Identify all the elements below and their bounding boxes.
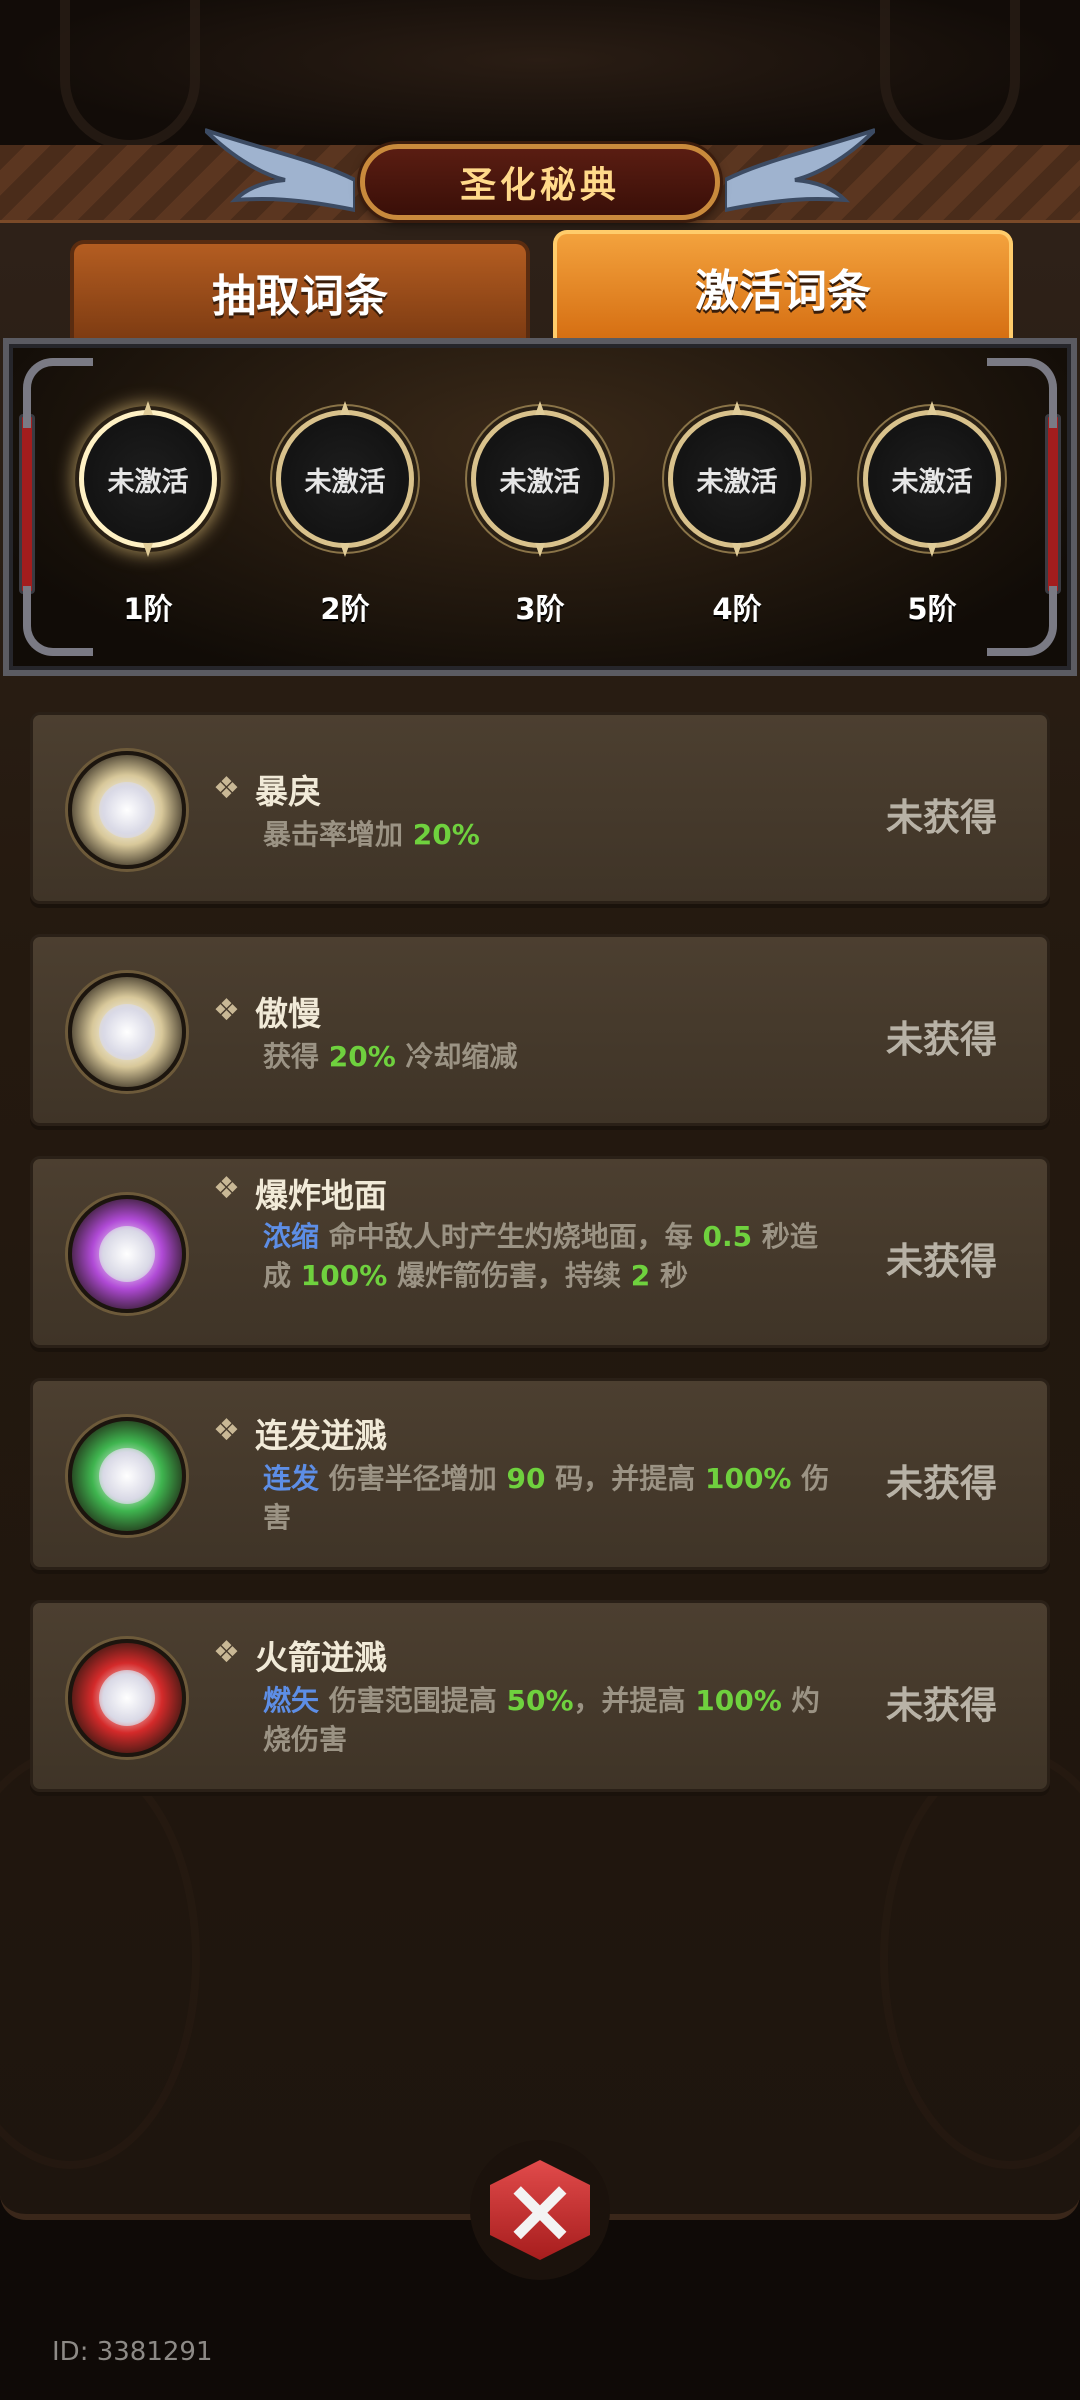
entry-title: 连发迸溅 — [255, 1416, 387, 1455]
desc-text: 码，并提高 — [545, 1462, 705, 1495]
entry-orb-icon — [68, 973, 186, 1091]
decor-arch-left — [0, 1749, 200, 2169]
value-highlight: 20% — [412, 818, 480, 851]
decor-arch-right — [880, 1749, 1080, 2169]
entry-card[interactable]: ❖ 傲慢 获得 20% 冷却缩减 未获得 — [30, 934, 1050, 1126]
value-highlight: 0.5 — [702, 1220, 753, 1253]
right-wing-icon — [725, 128, 875, 213]
entry-description: 连发 伤害半径增加 90 码，并提高 100% 伤害 — [263, 1459, 833, 1537]
value-highlight: 20% — [328, 1040, 396, 1073]
desc-text: 伤害半径增加 — [319, 1462, 507, 1495]
desc-text: 爆炸箭伤害，持续 — [387, 1259, 631, 1292]
entry-orb-icon — [68, 1639, 186, 1757]
top-background — [0, 0, 1080, 150]
entry-description: 暴击率增加 20% — [263, 815, 833, 854]
value-highlight: 100% — [695, 1684, 782, 1717]
value-highlight: 100% — [704, 1462, 792, 1495]
entry-description: 燃矢 伤害范围提高 50%，并提高 100% 灼烧伤害 — [263, 1681, 833, 1759]
left-wing-icon — [205, 128, 355, 213]
entry-status: 未获得 — [886, 1240, 997, 1283]
keyword-highlight: 浓缩 — [263, 1220, 320, 1253]
desc-text: 冷却缩减 — [395, 1040, 518, 1073]
entry-status: 未获得 — [886, 1018, 997, 1061]
diamond-bullet-icon: ❖ — [213, 1413, 240, 1448]
tab-draw-entries[interactable]: 抽取词条 — [70, 240, 530, 340]
entry-status: 未获得 — [886, 796, 997, 839]
diamond-bullet-icon: ❖ — [213, 1635, 240, 1670]
value-highlight: 100% — [300, 1259, 388, 1292]
entry-orb-icon — [68, 1195, 186, 1313]
stage-status: 未激活 — [276, 410, 414, 548]
entry-card[interactable]: ❖ 火箭迸溅 燃矢 伤害范围提高 50%，并提高 100% 灼烧伤害 未获得 — [30, 1600, 1050, 1792]
stage-1[interactable]: 未激活 1阶 — [73, 410, 223, 630]
desc-text: 暴击率增加 — [263, 818, 413, 851]
keyword-highlight: 燃矢 — [263, 1684, 320, 1717]
entry-status: 未获得 — [886, 1684, 997, 1727]
right-red-bar — [1045, 414, 1061, 594]
keyword-highlight: 连发 — [263, 1462, 320, 1495]
ornament-left — [60, 0, 200, 150]
entry-orb-icon — [68, 1417, 186, 1535]
desc-text: 伤害范围提高 — [319, 1684, 507, 1717]
entry-title: 傲慢 — [255, 994, 321, 1033]
entry-description: 浓缩 命中敌人时产生灼烧地面，每 0.5 秒造成 100% 爆炸箭伤害，持续 2… — [263, 1217, 833, 1295]
left-red-bar — [19, 414, 35, 594]
desc-text: ，并提高 — [573, 1684, 696, 1717]
entry-title: 火箭迸溅 — [255, 1638, 387, 1677]
stage-tier-label: 5阶 — [907, 592, 957, 626]
stage-status: 未激活 — [471, 410, 609, 548]
entry-card[interactable]: ❖ 连发迸溅 连发 伤害半径增加 90 码，并提高 100% 伤害 未获得 — [30, 1378, 1050, 1570]
stage-status: 未激活 — [863, 410, 1001, 548]
entry-card[interactable]: ❖ 暴戾 暴击率增加 20% 未获得 — [30, 712, 1050, 904]
desc-text: 命中敌人时产生灼烧地面，每 — [319, 1220, 703, 1253]
ornament-right — [880, 0, 1020, 150]
stage-status: 未激活 — [668, 410, 806, 548]
stage-5[interactable]: 未激活 5阶 — [857, 410, 1007, 630]
desc-text: 秒 — [650, 1259, 688, 1292]
entry-orb-icon — [68, 751, 186, 869]
value-highlight: 2 — [630, 1259, 651, 1292]
stage-tier-label: 3阶 — [515, 592, 565, 626]
entry-title: 爆炸地面 — [255, 1176, 387, 1215]
diamond-bullet-icon: ❖ — [213, 993, 240, 1028]
stage-4[interactable]: 未激活 4阶 — [662, 410, 812, 630]
stage-tier-label: 2阶 — [320, 592, 370, 626]
diamond-bullet-icon: ❖ — [213, 771, 240, 806]
stage-3[interactable]: 未激活 3阶 — [465, 410, 615, 630]
entry-status: 未获得 — [886, 1462, 997, 1505]
tab-activate-entries[interactable]: 激活词条 — [553, 230, 1013, 340]
value-highlight: 90 — [506, 1462, 546, 1495]
page-title: 圣化秘典 — [360, 144, 720, 220]
close-icon: × — [490, 2160, 590, 2260]
entry-card[interactable]: ❖ 爆炸地面 浓缩 命中敌人时产生灼烧地面，每 0.5 秒造成 100% 爆炸箭… — [30, 1156, 1050, 1348]
desc-text: 获得 — [263, 1040, 329, 1073]
stage-2[interactable]: 未激活 2阶 — [270, 410, 420, 630]
entry-description: 获得 20% 冷却缩减 — [263, 1037, 833, 1076]
close-button[interactable]: × — [470, 2140, 610, 2280]
entry-title: 暴戾 — [255, 772, 321, 811]
diamond-bullet-icon: ❖ — [213, 1171, 240, 1206]
stage-tier-label: 4阶 — [712, 592, 762, 626]
value-highlight: 50% — [506, 1684, 574, 1717]
stage-status: 未激活 — [79, 410, 217, 548]
user-id-label: ID: 3381291 — [52, 2337, 213, 2367]
stage-tier-label: 1阶 — [123, 592, 173, 626]
